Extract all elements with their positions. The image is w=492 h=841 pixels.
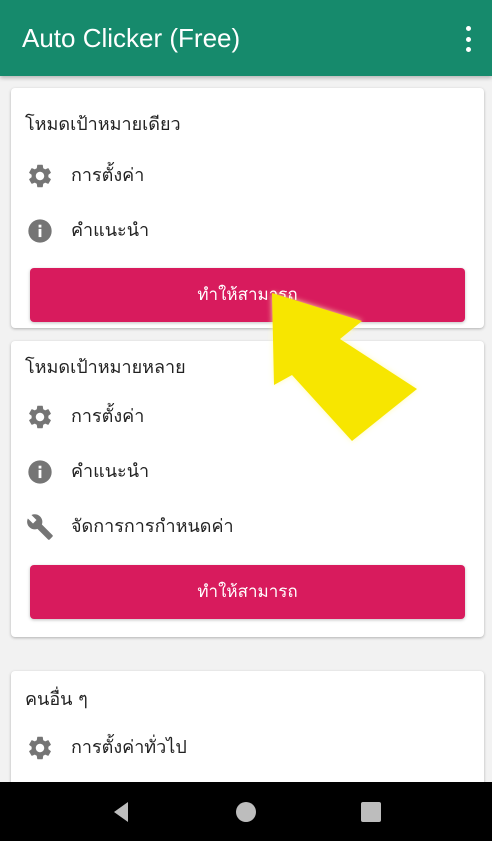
settings-label: การตั้งค่า: [71, 406, 145, 427]
gear-icon: [26, 403, 54, 431]
wrench-icon: [26, 513, 54, 541]
guide-label: คำแนะนำ: [71, 461, 150, 482]
single-target-settings-item[interactable]: การตั้งค่า: [11, 150, 484, 202]
general-settings-item[interactable]: การตั้งค่าทั่วไป: [11, 722, 484, 774]
overflow-menu-icon[interactable]: [462, 26, 474, 52]
info-icon: [26, 458, 54, 486]
app-title: Auto Clicker (Free): [22, 23, 241, 53]
gear-icon: [26, 162, 54, 190]
manage-config-label: จัดการการกำหนดค่า: [71, 516, 234, 537]
settings-label: การตั้งค่า: [71, 165, 145, 186]
multi-target-card: โหมดเป้าหมายหลาย การตั้งค่า คำแนะนำ จัดก…: [11, 341, 484, 637]
card-title-single-target: โหมดเป้าหมายเดียว: [25, 114, 181, 135]
multi-target-enable-button[interactable]: ทำให้สามารถ: [30, 565, 465, 619]
single-target-guide-item[interactable]: คำแนะนำ: [11, 205, 484, 257]
gear-icon: [26, 734, 54, 762]
app-bar: Auto Clicker (Free): [0, 0, 492, 76]
home-icon[interactable]: [232, 798, 260, 826]
general-settings-label: การตั้งค่าทั่วไป: [71, 737, 187, 758]
single-target-card: โหมดเป้าหมายเดียว การตั้งค่า คำแนะนำ ทำใ…: [11, 88, 484, 328]
card-title-others: คนอื่น ๆ: [25, 689, 88, 710]
system-navigation-bar: [0, 782, 492, 841]
main-content[interactable]: โหมดเป้าหมายเดียว การตั้งค่า คำแนะนำ ทำใ…: [0, 76, 492, 782]
recents-icon[interactable]: [357, 798, 385, 826]
manage-config-item[interactable]: จัดการการกำหนดค่า: [11, 501, 484, 553]
info-icon: [26, 217, 54, 245]
single-target-enable-button[interactable]: ทำให้สามารถ: [30, 268, 465, 322]
multi-target-guide-item[interactable]: คำแนะนำ: [11, 446, 484, 498]
multi-target-settings-item[interactable]: การตั้งค่า: [11, 391, 484, 443]
back-icon[interactable]: [108, 798, 136, 826]
card-title-multi-target: โหมดเป้าหมายหลาย: [25, 357, 186, 378]
guide-label: คำแนะนำ: [71, 220, 150, 241]
others-card: คนอื่น ๆ การตั้งค่าทั่วไป: [11, 671, 484, 782]
